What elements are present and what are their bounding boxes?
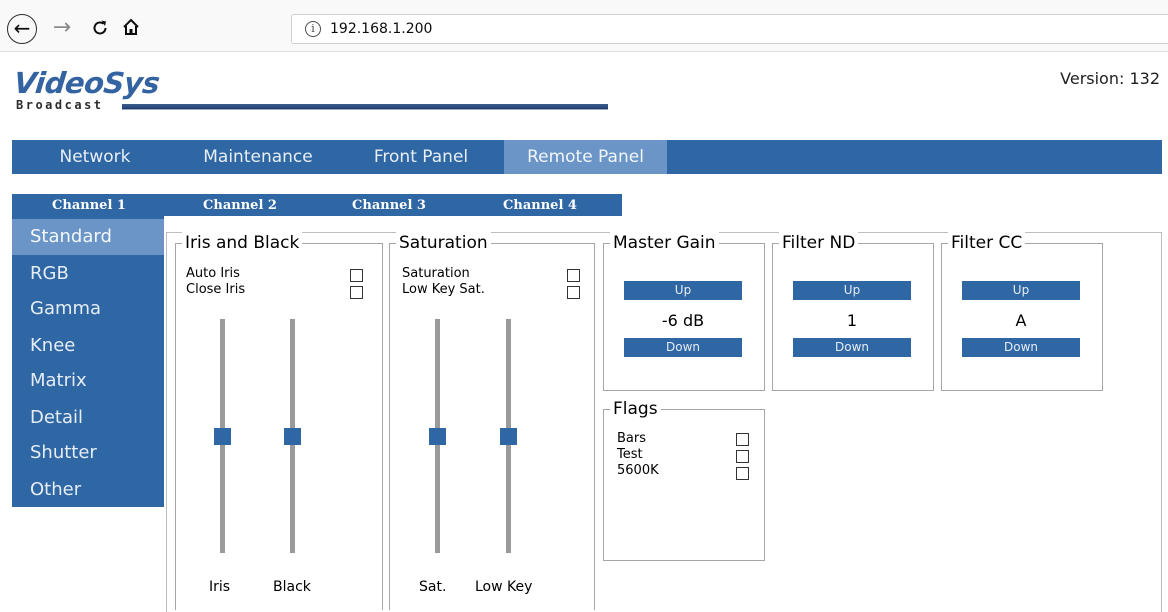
filter-nd-value: 1 bbox=[846, 311, 858, 330]
menu-item-rgb[interactable]: RGB bbox=[12, 256, 164, 292]
master-gain-title: Master Gain bbox=[610, 232, 719, 254]
menu-item-detail[interactable]: Detail bbox=[12, 400, 164, 436]
flags-group: Flags Bars Test 5600K bbox=[603, 398, 765, 561]
filter-nd-group: Filter ND Up 1 Down bbox=[772, 232, 934, 391]
flags-title: Flags bbox=[610, 398, 661, 420]
home-icon bbox=[123, 18, 139, 35]
low-key-slider-thumb[interactable] bbox=[500, 427, 517, 445]
info-icon[interactable]: i bbox=[305, 21, 321, 37]
tab-front-panel[interactable]: Front Panel bbox=[338, 140, 504, 174]
tab-remote-panel[interactable]: Remote Panel bbox=[504, 140, 667, 174]
menu-item-gamma[interactable]: Gamma bbox=[12, 291, 164, 327]
low-key-sat-label: Low Key Sat. bbox=[402, 282, 485, 297]
videosys-logo: VideoSys Broadcast bbox=[12, 66, 608, 116]
url-text: 192.168.1.200 bbox=[330, 21, 433, 37]
auto-iris-checkbox[interactable] bbox=[350, 269, 363, 282]
logo-underline bbox=[122, 104, 608, 109]
close-iris-checkbox[interactable] bbox=[350, 286, 363, 299]
filter-nd-up-button[interactable]: Up bbox=[793, 281, 911, 300]
saturation-title: Saturation bbox=[396, 232, 491, 254]
tab-network[interactable]: Network bbox=[12, 140, 178, 174]
flag-test-checkbox[interactable] bbox=[736, 450, 749, 463]
black-slider-label: Black bbox=[273, 579, 311, 595]
back-button[interactable]: ← bbox=[7, 14, 37, 44]
menu-item-shutter[interactable]: Shutter bbox=[12, 435, 164, 471]
saturation-option-label: Saturation bbox=[402, 266, 470, 281]
black-slider-thumb[interactable] bbox=[284, 427, 301, 445]
low-key-slider-label: Low Key bbox=[475, 579, 533, 595]
flag-bars-label: Bars bbox=[617, 431, 647, 446]
auto-iris-label: Auto Iris bbox=[186, 266, 240, 281]
forward-button[interactable]: → bbox=[50, 16, 74, 40]
filter-cc-title: Filter CC bbox=[948, 232, 1026, 254]
menu-item-other[interactable]: Other bbox=[12, 472, 164, 508]
tab-channel-1[interactable]: Channel 1 bbox=[12, 194, 166, 216]
flag-test-label: Test bbox=[617, 447, 643, 462]
reload-icon bbox=[93, 20, 107, 35]
address-bar[interactable]: i 192.168.1.200 bbox=[291, 14, 1168, 44]
filter-cc-group: Filter CC Up A Down bbox=[941, 232, 1103, 391]
filter-nd-down-button[interactable]: Down bbox=[793, 338, 911, 357]
saturation-checkbox[interactable] bbox=[567, 269, 580, 282]
iris-black-title: Iris and Black bbox=[182, 232, 303, 254]
reload-button[interactable] bbox=[88, 16, 112, 43]
master-gain-down-button[interactable]: Down bbox=[624, 338, 742, 357]
sat-slider-thumb[interactable] bbox=[429, 427, 446, 445]
logo-wordmark: VideoSys bbox=[12, 66, 162, 100]
filter-cc-down-button[interactable]: Down bbox=[962, 338, 1080, 357]
filter-cc-value: A bbox=[1015, 311, 1027, 330]
master-gain-value: -6 dB bbox=[661, 311, 705, 330]
flag-5600k-label: 5600K bbox=[617, 463, 659, 478]
tab-maintenance[interactable]: Maintenance bbox=[178, 140, 338, 174]
low-key-sat-checkbox[interactable] bbox=[567, 286, 580, 299]
tab-channel-2[interactable]: Channel 2 bbox=[166, 194, 314, 216]
browser-toolbar: ← → i 192.168.1.200 bbox=[0, 0, 1168, 52]
version-label: Version: 132 bbox=[1060, 69, 1160, 88]
iris-black-group: Iris and Black Auto Iris Close Iris Iris… bbox=[175, 232, 383, 610]
iris-slider-label: Iris bbox=[209, 579, 231, 595]
close-iris-label: Close Iris bbox=[186, 282, 246, 297]
logo-subtitle: Broadcast bbox=[16, 98, 104, 112]
channel-nav: Channel 1 Channel 2 Channel 3 Channel 4 bbox=[12, 194, 622, 216]
iris-slider-thumb[interactable] bbox=[214, 427, 231, 445]
menu-item-standard[interactable]: Standard bbox=[12, 219, 164, 255]
main-nav: Network Maintenance Front Panel Remote P… bbox=[12, 140, 1162, 174]
flag-5600k-checkbox[interactable] bbox=[736, 467, 749, 480]
tab-channel-4[interactable]: Channel 4 bbox=[464, 194, 616, 216]
sat-slider-label: Sat. bbox=[419, 579, 447, 595]
master-gain-group: Master Gain Up -6 dB Down bbox=[603, 232, 765, 391]
tab-channel-3[interactable]: Channel 3 bbox=[314, 194, 464, 216]
menu-item-knee[interactable]: Knee bbox=[12, 328, 164, 364]
menu-item-matrix[interactable]: Matrix bbox=[12, 363, 164, 399]
saturation-group: Saturation Saturation Low Key Sat. Sat. … bbox=[389, 232, 595, 610]
filter-cc-up-button[interactable]: Up bbox=[962, 281, 1080, 300]
master-gain-up-button[interactable]: Up bbox=[624, 281, 742, 300]
home-button[interactable] bbox=[119, 15, 143, 42]
side-menu: Standard RGB Gamma Knee Matrix Detail Sh… bbox=[12, 216, 164, 507]
filter-nd-title: Filter ND bbox=[779, 232, 859, 254]
flag-bars-checkbox[interactable] bbox=[736, 433, 749, 446]
